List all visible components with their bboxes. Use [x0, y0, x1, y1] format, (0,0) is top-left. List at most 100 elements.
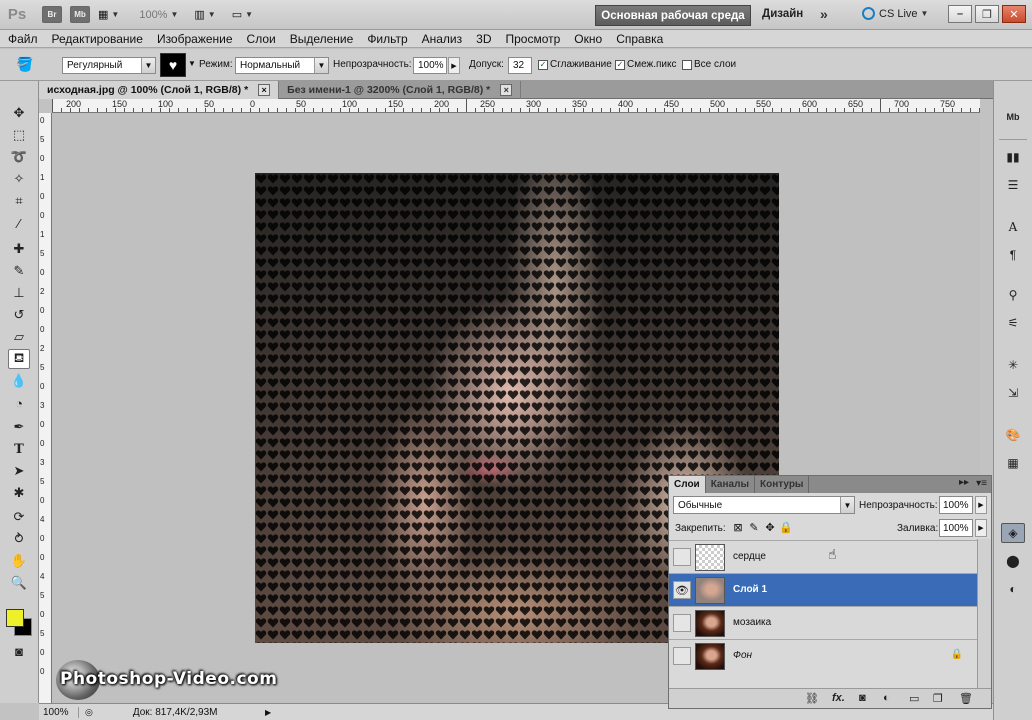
zoom-level-dropdown[interactable]: 100% ▼	[139, 5, 178, 25]
maximize-button[interactable]: ❐	[975, 5, 999, 23]
healing-brush-tool[interactable]: ✚	[8, 239, 30, 259]
antialias-checkbox[interactable]: ✓ Сглаживание	[538, 59, 612, 70]
layer-fill-slider-button[interactable]: ▶	[975, 519, 987, 537]
layer-style-button[interactable]: fx.	[832, 692, 845, 704]
contiguous-checkbox[interactable]: ✓ Смеж.пикс	[615, 59, 677, 70]
lock-all-icon[interactable]: 🔒	[779, 521, 793, 534]
tab-layers[interactable]: Слои	[669, 476, 706, 493]
hand-tool[interactable]: ✋	[8, 551, 30, 571]
vertical-ruler[interactable]: 0 5 0 1 0 0 1 5 0 2 0 0 2 5 0 3 0 0 3 5 0 4 0 0 4 5 0 5 0 0	[39, 113, 52, 703]
menu-image[interactable]: Изображение	[157, 32, 233, 46]
layer-row-layer-1[interactable]: 👁 Слой 1	[669, 573, 977, 606]
menu-layer[interactable]: Слои	[247, 32, 276, 46]
layer-row-mosaic[interactable]: мозаика	[669, 606, 977, 639]
layers-scrollbar[interactable]	[977, 539, 991, 689]
paragraph-panel-button[interactable]: ¶	[1001, 245, 1025, 265]
histogram-panel-button[interactable]: ▮▮	[1001, 147, 1025, 167]
3d-orbit-tool[interactable]: ⥁	[8, 529, 30, 549]
workspace-design-button[interactable]: Дизайн	[762, 8, 803, 20]
layer-fill-input[interactable]: 100%	[939, 519, 973, 537]
clone-stamp-tool[interactable]: ⊥	[8, 283, 30, 303]
info-panel-button[interactable]: ☰	[1001, 175, 1025, 195]
mini-bridge-panel-button[interactable]: Mb	[1001, 107, 1025, 127]
move-tool[interactable]: ✥	[8, 103, 30, 123]
arrange-documents-button[interactable]: ▥ ▼	[194, 5, 215, 25]
crop-tool[interactable]: ⌗	[8, 191, 30, 211]
marquee-tool[interactable]: ⬚	[8, 125, 30, 145]
status-menu-button[interactable]: ▶	[265, 708, 271, 717]
new-layer-button[interactable]: ❐	[933, 692, 943, 705]
character-panel-button[interactable]: A	[1001, 217, 1025, 237]
path-selection-tool[interactable]: ➤	[8, 461, 30, 481]
close-tab-icon[interactable]: ×	[258, 84, 271, 96]
zoom-tool[interactable]: 🔍	[8, 573, 30, 593]
adjustments-panel-button[interactable]: ✳	[1001, 355, 1025, 375]
quick-mask-button[interactable]: ◙	[8, 641, 30, 661]
extras-button[interactable]: ▦ ▼	[98, 5, 119, 25]
paths-panel-button[interactable]: ◐	[1001, 579, 1025, 599]
lock-pixels-icon[interactable]: ✎	[747, 521, 761, 534]
lasso-tool[interactable]: ➰	[8, 147, 30, 167]
type-tool[interactable]: T	[8, 439, 30, 459]
tolerance-input[interactable]: 32	[508, 57, 532, 74]
shape-tool[interactable]: ✱	[8, 483, 30, 503]
eraser-tool[interactable]: ▱	[8, 327, 30, 347]
pattern-caret-icon[interactable]: ▼	[188, 59, 196, 68]
close-tab-icon[interactable]: ×	[500, 84, 513, 96]
3d-rotate-tool[interactable]: ⟳	[8, 507, 30, 527]
panel-menu-icon[interactable]: ▾≡	[976, 478, 987, 489]
blend-mode-select[interactable]: Нормальный ▼	[235, 57, 329, 74]
dodge-tool[interactable]: ◔	[8, 393, 30, 413]
masks-panel-button[interactable]: ⇲	[1001, 383, 1025, 403]
brush-tool[interactable]: ✎	[8, 261, 30, 281]
quick-selection-tool[interactable]: ✧	[8, 169, 30, 189]
tab-channels[interactable]: Каналы	[706, 476, 755, 493]
clone-source-panel-button[interactable]: ⚲	[1001, 285, 1025, 305]
notes-panel-button[interactable]: ⚟	[1001, 313, 1025, 333]
layer-blend-mode-select[interactable]: Обычные ▼	[673, 496, 855, 514]
pen-tool[interactable]: ✒	[8, 417, 30, 437]
visibility-toggle[interactable]: 👁	[673, 581, 691, 599]
visibility-toggle[interactable]	[673, 647, 691, 665]
tool-preset-picker[interactable]: 🪣	[16, 56, 38, 74]
paint-bucket-tool[interactable]: ⛾	[8, 349, 30, 369]
delete-layer-button[interactable]: 🗑	[959, 692, 973, 705]
horizontal-ruler[interactable]: 200 150 100 50 0 50 100 150 200 250 300 350 400 450 50…	[52, 99, 980, 113]
color-panel-button[interactable]: 🎨	[1001, 425, 1025, 445]
menu-help[interactable]: Справка	[616, 32, 663, 46]
collapse-panel-icon[interactable]: ▸▸	[959, 477, 969, 488]
workspace-more-button[interactable]: »	[820, 6, 828, 22]
visibility-toggle[interactable]	[673, 614, 691, 632]
close-button[interactable]: ✕	[1002, 5, 1026, 23]
add-mask-button[interactable]: ◙	[859, 692, 866, 704]
layer-opacity-slider-button[interactable]: ▶	[975, 496, 987, 514]
foreground-color-swatch[interactable]	[6, 609, 24, 627]
layer-row-heart[interactable]: сердце	[669, 540, 977, 573]
layer-opacity-input[interactable]: 100%	[939, 496, 973, 514]
menu-3d[interactable]: 3D	[476, 32, 491, 46]
swatches-panel-button[interactable]: ▦	[1001, 453, 1025, 473]
visibility-toggle[interactable]	[673, 548, 691, 566]
menu-analysis[interactable]: Анализ	[422, 32, 463, 46]
all-layers-checkbox[interactable]: Все слои	[682, 59, 736, 70]
lock-position-icon[interactable]: ✥	[763, 521, 777, 534]
bridge-button[interactable]: Br	[42, 5, 62, 25]
menu-file[interactable]: Файл	[8, 32, 38, 46]
new-group-button[interactable]: ▭	[909, 692, 919, 705]
screen-mode-button[interactable]: ▭ ▼	[232, 5, 253, 25]
opacity-input[interactable]: 100%	[413, 57, 447, 74]
tab-untitled-document[interactable]: Без имени-1 @ 3200% (Слой 1, RGB/8) * ×	[279, 81, 522, 99]
workspace-essentials-button[interactable]: Основная рабочая среда	[595, 5, 751, 26]
menu-filter[interactable]: Фильтр	[367, 32, 407, 46]
lock-transparency-icon[interactable]: ⊠	[731, 521, 745, 534]
mini-bridge-button[interactable]: Mb	[70, 5, 90, 25]
menu-window[interactable]: Окно	[574, 32, 602, 46]
cs-live-button[interactable]: CS Live ▼	[862, 7, 928, 20]
minimize-button[interactable]: –	[948, 5, 972, 23]
history-brush-tool[interactable]: ↺	[8, 305, 30, 325]
tab-source-document[interactable]: исходная.jpg @ 100% (Слой 1, RGB/8) * ×	[39, 81, 280, 99]
menu-view[interactable]: Просмотр	[505, 32, 560, 46]
menu-select[interactable]: Выделение	[290, 32, 354, 46]
blur-tool[interactable]: 💧	[8, 371, 30, 391]
fill-source-select[interactable]: Регулярный ▼	[62, 57, 156, 74]
